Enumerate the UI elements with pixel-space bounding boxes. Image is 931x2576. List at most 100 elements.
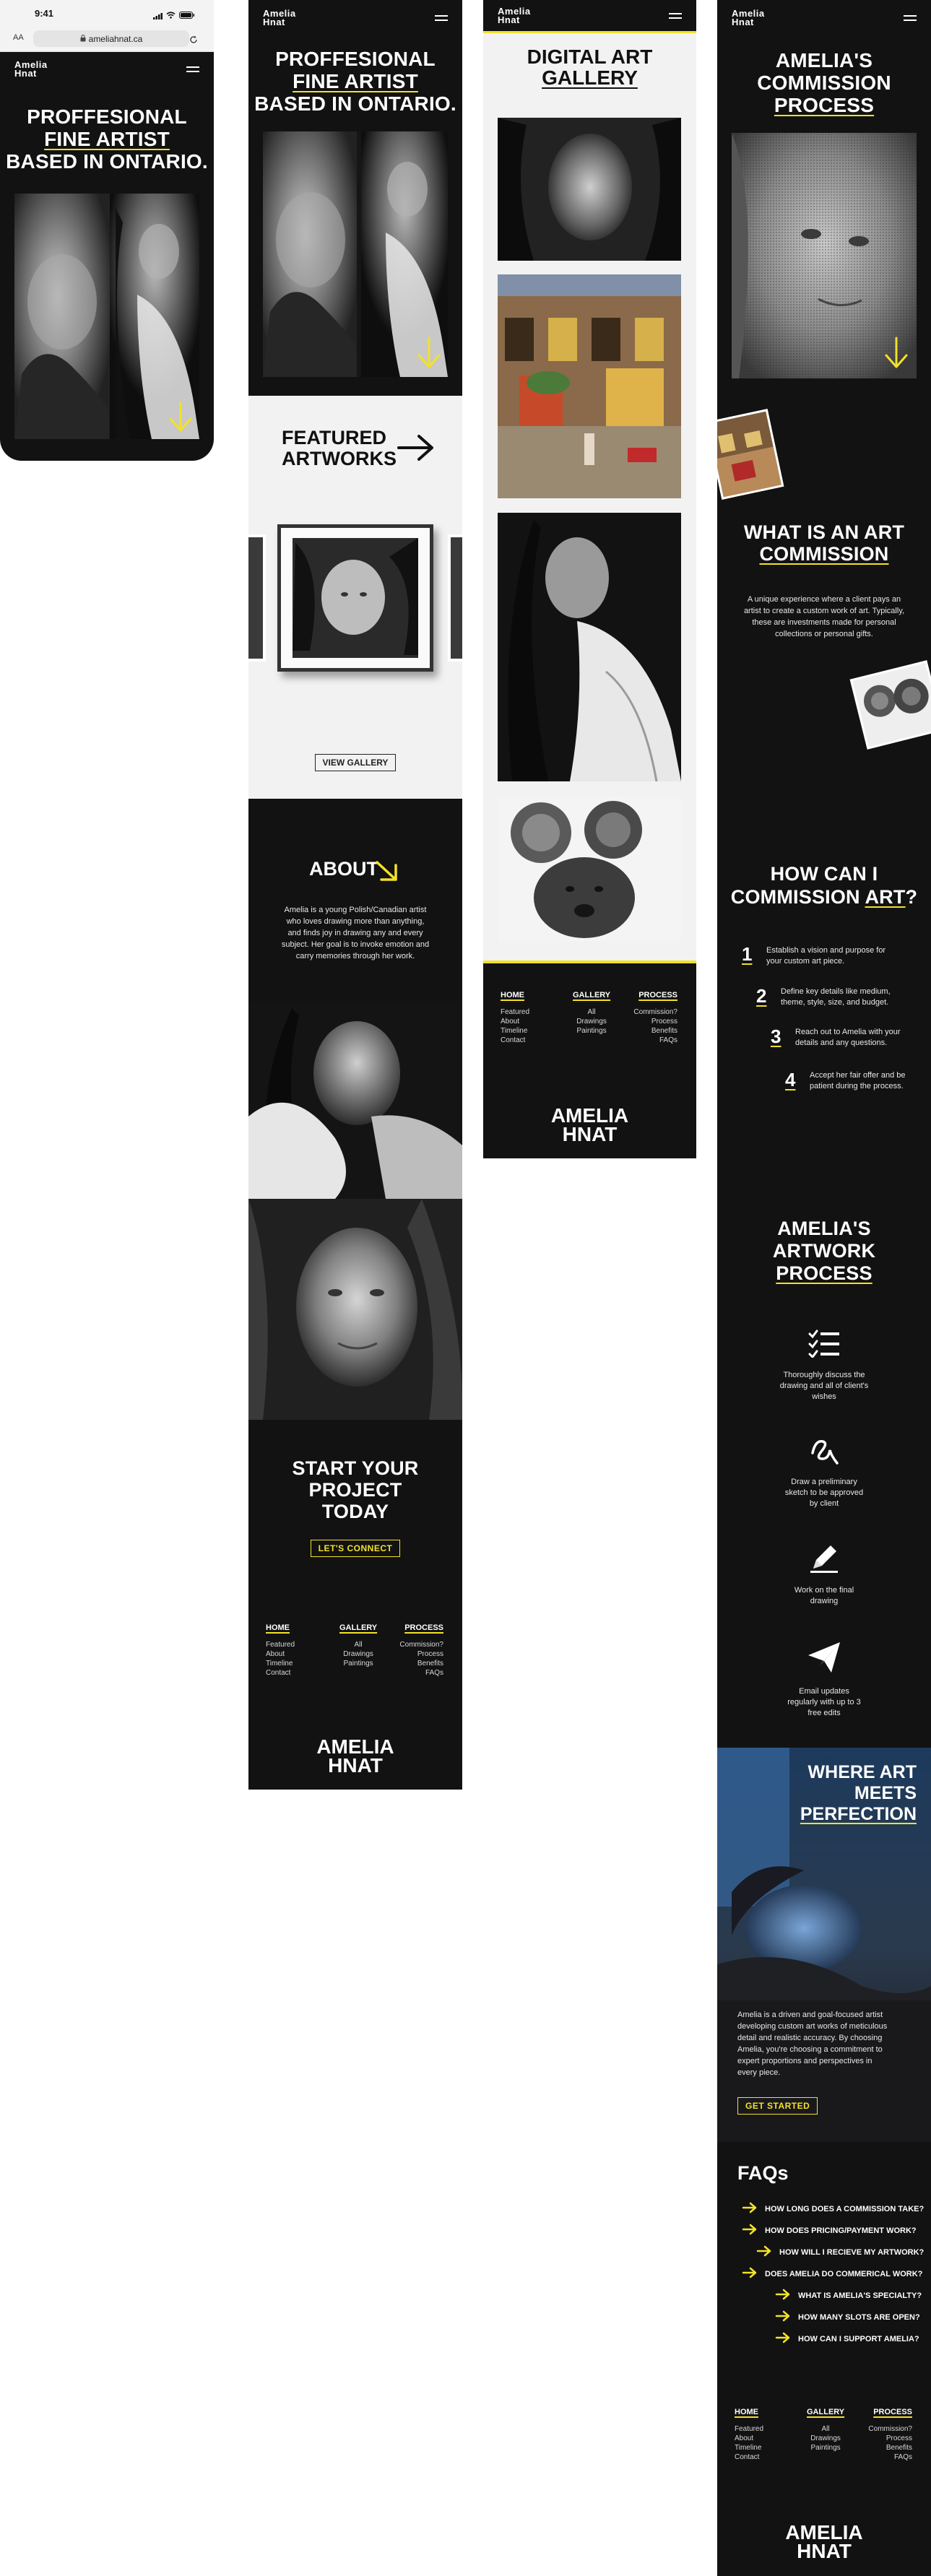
- hero-line-3: BASED IN ONTARIO.: [6, 150, 208, 173]
- reader-aa-button[interactable]: AA: [13, 33, 24, 42]
- hero-title: PROFFESIONAL FINE ARTIST BASED IN ONTARI…: [248, 48, 462, 115]
- step-number-2: 2: [756, 985, 767, 1007]
- site-logo[interactable]: Amelia Hnat: [263, 9, 296, 27]
- process-hero-title: AMELIA'S COMMISSION PROCESS: [757, 49, 891, 116]
- scroll-down-arrow-icon[interactable]: [416, 337, 442, 373]
- faqs-title: FAQs: [737, 2162, 789, 2184]
- footer-col-process: PROCESS Commission? Process Benefits FAQ…: [868, 2408, 912, 2461]
- footer-col-home: HOME Featured About Timeline Contact: [266, 1623, 295, 1677]
- reload-icon[interactable]: [189, 35, 198, 48]
- menu-icon[interactable]: [186, 65, 199, 74]
- gallery-artwork-2[interactable]: [498, 274, 681, 498]
- step-text-4: Accept her fair offer and be patient dur…: [810, 1071, 906, 1090]
- home-nav: Amelia Hnat: [248, 0, 462, 36]
- arrow-right-icon[interactable]: [397, 433, 435, 466]
- gallery-footer: HOME Featured About Timeline Contact GAL…: [483, 963, 696, 1158]
- about-photo-2: [248, 1199, 462, 1420]
- process-screen: Amelia Hnat AMELIA'S COMMISSION PROCESS …: [717, 0, 931, 2576]
- hero-title: PROFFESIONAL FINE ARTIST BASED IN ONTARI…: [0, 105, 214, 173]
- status-time: 9:41: [35, 8, 54, 19]
- lets-connect-button[interactable]: LET'S CONNECT: [310, 1540, 401, 1557]
- site-logo[interactable]: Amelia Hnat: [14, 60, 48, 78]
- process-step-email: Email updates regularly with up to 3 fre…: [717, 1641, 931, 1719]
- faq-arrow-icon: [742, 2224, 758, 2237]
- featured-section: FEATURED ARTWORKS VIEW GALLERY: [248, 396, 462, 799]
- scroll-down-arrow-icon[interactable]: [168, 402, 194, 437]
- faq-item-5[interactable]: WHAT IS AMELIA'S SPECIALTY?: [775, 2289, 922, 2302]
- faq-arrow-icon: [742, 2202, 758, 2216]
- faq-item-4[interactable]: DOES AMELIA DO COMMERICAL WORK?: [742, 2267, 922, 2281]
- step-text-1: Establish a vision and purpose for your …: [766, 946, 886, 966]
- carousel-peek-left[interactable]: [248, 534, 266, 662]
- cta-title: START YOUR PROJECT TODAY: [292, 1457, 419, 1522]
- hero-line-1: PROFFESIONAL: [27, 105, 187, 128]
- step-text-2: Define key details like medium, theme, s…: [781, 987, 891, 1007]
- process-footer: HOME Featured About Timeline Contact GAL…: [717, 2390, 931, 2576]
- footer-brand[interactable]: AMELIA HNAT: [248, 1737, 462, 1776]
- floating-photo-left: [717, 409, 784, 500]
- home-screen: Amelia Hnat PROFFESIONAL FINE ARTIST BAS…: [248, 0, 462, 1790]
- faq-arrow-icon: [742, 2267, 758, 2281]
- about-text: Amelia is a young Polish/Canadian artist…: [281, 906, 430, 960]
- step-number-4: 4: [785, 1069, 796, 1090]
- menu-icon[interactable]: [904, 14, 917, 22]
- faq-arrow-icon: [756, 2245, 772, 2259]
- where-art-text: Amelia is a driven and goal-focused arti…: [737, 2011, 888, 2077]
- faq-item-2[interactable]: HOW DOES PRICING/PAYMENT WORK?: [742, 2224, 917, 2237]
- gallery-artwork-3[interactable]: [498, 513, 681, 781]
- what-is-title: WHAT IS AN ART COMMISSION: [743, 521, 905, 565]
- arrow-down-right-icon: [373, 857, 402, 889]
- artwork-process-title: AMELIA'S ARTWORK PROCESS: [772, 1218, 876, 1284]
- footer-col-home: HOME Featured About Timeline Contact: [735, 2408, 764, 2461]
- faq-item-3[interactable]: HOW WILL I RECIEVE MY ARTWORK?: [756, 2245, 924, 2259]
- faq-item-1[interactable]: HOW LONG DOES A COMMISSION TAKE?: [742, 2202, 924, 2216]
- process-step-sketch: Draw a preliminary sketch to be approved…: [717, 1434, 931, 1509]
- lock-icon: [80, 32, 86, 45]
- featured-title: FEATURED ARTWORKS: [282, 427, 397, 469]
- footer-col-process: PROCESS Commission? Process Benefits FAQ…: [399, 1623, 443, 1677]
- scroll-down-arrow-icon[interactable]: [883, 337, 909, 373]
- faq-arrow-icon: [775, 2289, 791, 2302]
- step-number-1: 1: [742, 943, 753, 965]
- url-text: ameliahnat.ca: [88, 33, 143, 44]
- get-started-button[interactable]: GET STARTED: [737, 2097, 818, 2115]
- carousel-peek-right[interactable]: [448, 534, 462, 662]
- squiggle-icon: [808, 1440, 840, 1469]
- faq-item-7[interactable]: HOW CAN I SUPPORT AMELIA?: [775, 2332, 919, 2346]
- footer-brand[interactable]: AMELIA HNAT: [717, 2523, 931, 2562]
- footer-col-gallery: GALLERY All Drawings Paintings: [807, 2408, 845, 2452]
- faq-arrow-icon: [775, 2310, 791, 2324]
- gallery-artwork-1[interactable]: [498, 118, 681, 261]
- battery-icon: [179, 9, 195, 22]
- process-step-final: Work on the final drawing: [717, 1541, 931, 1607]
- footer-col-gallery: GALLERY All Drawings Paintings: [573, 991, 611, 1035]
- paper-plane-icon: [807, 1642, 841, 1677]
- footer-col-process: PROCESS Commission? Process Benefits FAQ…: [633, 991, 677, 1044]
- url-field[interactable]: ameliahnat.ca: [33, 30, 189, 47]
- floating-photo-right: [849, 660, 931, 750]
- site-logo[interactable]: Amelia Hnat: [732, 9, 765, 27]
- menu-icon[interactable]: [435, 14, 448, 22]
- site-logo[interactable]: Amelia Hnat: [498, 6, 531, 25]
- footer-brand[interactable]: AMELIA HNAT: [483, 1106, 696, 1145]
- wifi-icon: [166, 9, 176, 22]
- gallery-artwork-4[interactable]: [498, 797, 681, 941]
- gallery-title: DIGITAL ART GALLERY: [527, 45, 653, 89]
- how-title: HOW CAN I COMMISSION ART?: [730, 863, 918, 908]
- hero-line-2: FINE ARTIST: [44, 128, 170, 150]
- browser-bar: AA ameliahnat.ca: [0, 26, 214, 52]
- hero-line-3: BASED IN ONTARIO.: [254, 92, 456, 115]
- view-gallery-button[interactable]: VIEW GALLERY: [314, 754, 397, 771]
- signal-icon: [153, 10, 163, 23]
- faq-item-6[interactable]: HOW MANY SLOTS ARE OPEN?: [775, 2310, 920, 2324]
- step-text-3: Reach out to Amelia with your details an…: [795, 1028, 901, 1047]
- where-art-title: WHERE ART MEETS PERFECTION: [800, 1762, 917, 1824]
- about-photo-1: [248, 1001, 462, 1199]
- menu-icon[interactable]: [669, 12, 682, 20]
- home-footer: HOME Featured About Timeline Contact GAL…: [248, 1603, 462, 1790]
- hero-line-2: FINE ARTIST: [293, 70, 418, 92]
- pencil-icon: [807, 1545, 841, 1577]
- status-bar: 9:41: [0, 0, 214, 26]
- phone-screen: 9:41 AA ameliahnat.ca Amelia Hnat PROFFE…: [0, 0, 214, 461]
- faq-arrow-icon: [775, 2332, 791, 2346]
